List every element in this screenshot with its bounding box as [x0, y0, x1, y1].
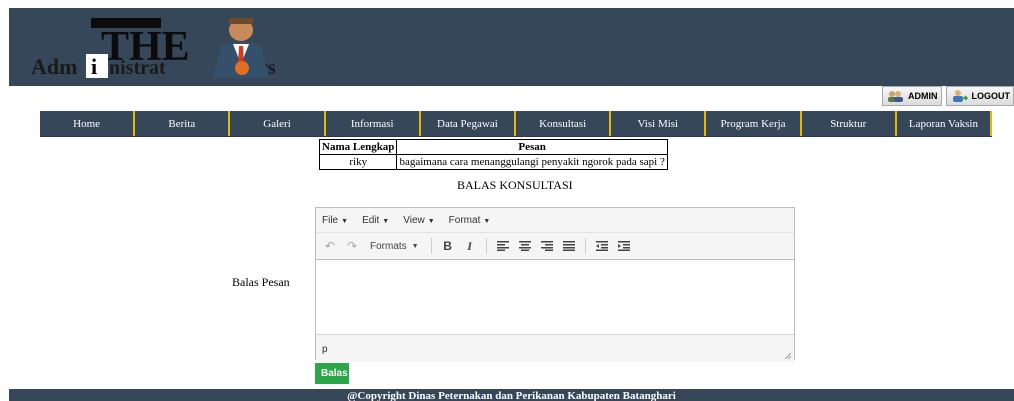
- main-nav: Home Berita Galeri Informasi Data Pegawa…: [40, 111, 993, 137]
- admin-button[interactable]: ADMIN: [882, 86, 942, 106]
- nav-laporan-vaksin[interactable]: Laporan Vaksin: [897, 111, 993, 136]
- toolbar-divider: [430, 238, 432, 254]
- users-icon: [888, 91, 903, 102]
- nav-galeri[interactable]: Galeri: [230, 111, 326, 136]
- submit-reply-button[interactable]: Balas: [315, 363, 349, 384]
- reply-label: Balas Pesan: [232, 275, 290, 289]
- message-table: Nama Lengkap Pesan riky bagaimana cara m…: [318, 139, 668, 170]
- formats-dropdown[interactable]: Formats ▼: [366, 237, 423, 255]
- header-pesan: Pesan: [396, 139, 668, 155]
- site-logo: THE Adm i nistrat rs: [31, 18, 276, 79]
- align-right-icon[interactable]: [539, 237, 555, 255]
- copyright-text: @Copyright Dinas Peternakan dan Perikana…: [347, 390, 676, 401]
- nav-struktur[interactable]: Struktur: [802, 111, 897, 136]
- table-header-row: Nama Lengkap Pesan: [318, 139, 668, 155]
- element-path[interactable]: p: [322, 344, 328, 355]
- redo-icon[interactable]: ↷: [344, 237, 360, 255]
- resize-handle-icon[interactable]: [783, 351, 791, 359]
- page-title: BALAS KONSULTASI: [457, 178, 573, 192]
- header-banner: THE Adm i nistrat rs: [9, 8, 1014, 86]
- rich-text-editor: File ▼ Edit ▼ View ▼ Format ▼ ↶ ↷ Formats ▼ B…: [315, 207, 795, 362]
- chevron-down-icon: ▼: [341, 217, 349, 225]
- menu-file[interactable]: File ▼: [322, 215, 348, 226]
- chevron-down-icon: ▼: [427, 217, 435, 225]
- menu-edit-label: Edit: [362, 214, 380, 226]
- nav-konsultasi[interactable]: Konsultasi: [516, 111, 612, 136]
- nav-visi-misi[interactable]: Visi Misi: [611, 111, 707, 136]
- nav-berita[interactable]: Berita: [135, 111, 231, 136]
- user-bar: ADMIN LOGOUT: [882, 86, 1014, 106]
- footer: @Copyright Dinas Peternakan dan Perikana…: [9, 389, 1014, 401]
- menu-view-label: View: [403, 214, 425, 226]
- svg-text:nistrat: nistrat: [109, 57, 166, 79]
- menu-file-label: File: [322, 214, 339, 226]
- svg-text:Adm: Adm: [31, 54, 77, 79]
- menu-format[interactable]: Format ▼: [449, 215, 491, 226]
- toolbar-divider: [584, 238, 586, 254]
- bold-button[interactable]: B: [440, 237, 456, 255]
- align-left-icon[interactable]: [495, 237, 511, 255]
- svg-text:i: i: [91, 54, 97, 79]
- italic-button[interactable]: I: [462, 237, 478, 255]
- chevron-down-icon: ▼: [382, 217, 390, 225]
- chevron-down-icon: ▼: [411, 242, 419, 250]
- formats-label: Formats: [370, 240, 407, 252]
- logout-button[interactable]: LOGOUT: [945, 86, 1014, 106]
- logout-label: LOGOUT: [971, 91, 1011, 101]
- menu-edit[interactable]: Edit ▼: [362, 215, 389, 226]
- editor-statusbar: p: [316, 335, 794, 362]
- undo-icon[interactable]: ↶: [322, 237, 338, 255]
- toolbar-divider: [485, 238, 487, 254]
- chevron-down-icon: ▼: [483, 217, 491, 225]
- nav-home[interactable]: Home: [40, 111, 136, 136]
- table-row: riky bagaimana cara menanggulangi penyak…: [318, 154, 668, 170]
- admin-label: ADMIN: [908, 91, 938, 101]
- align-justify-icon[interactable]: [561, 237, 577, 255]
- cell-pesan: bagaimana cara menanggulangi penyakit ng…: [396, 154, 668, 170]
- menu-format-label: Format: [448, 214, 481, 226]
- editor-content-area[interactable]: [316, 260, 794, 335]
- logout-user-icon: [952, 90, 968, 102]
- align-center-icon[interactable]: [517, 237, 533, 255]
- indent-icon[interactable]: [616, 237, 632, 255]
- outdent-icon[interactable]: [594, 237, 610, 255]
- menu-view[interactable]: View ▼: [403, 215, 434, 226]
- editor-toolbar: ↶ ↷ Formats ▼ B I: [316, 233, 794, 260]
- header-nama: Nama Lengkap: [318, 139, 398, 155]
- cell-nama: riky: [318, 154, 398, 170]
- nav-informasi[interactable]: Informasi: [326, 111, 421, 136]
- nav-data-pegawai[interactable]: Data Pegawai: [421, 111, 517, 136]
- editor-menubar: File ▼ Edit ▼ View ▼ Format ▼: [316, 208, 794, 233]
- nav-program-kerja[interactable]: Program Kerja: [706, 111, 802, 136]
